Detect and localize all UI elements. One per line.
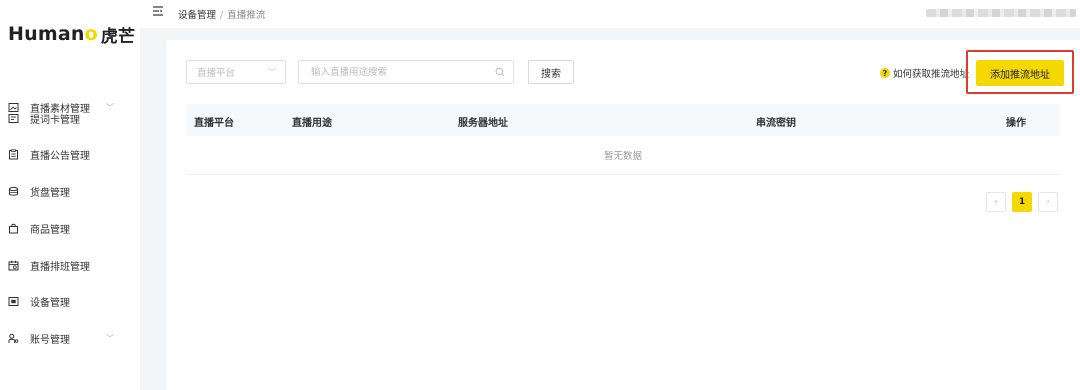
pagination-next-button[interactable]: › bbox=[1038, 192, 1058, 212]
add-stream-url-button[interactable]: 添加推流地址 bbox=[976, 60, 1064, 86]
logo-text: Human bbox=[8, 23, 85, 45]
table-header: 直播平台 直播用途 服务器地址 串流密钥 操作 bbox=[186, 104, 1060, 136]
column-header-platform: 直播平台 bbox=[194, 118, 234, 129]
breadcrumb-current: 直播推流 bbox=[227, 10, 266, 21]
sidebar-item-live-schedule[interactable]: 直播排班管理 bbox=[0, 255, 140, 275]
platform-select-placeholder: 直播平台 bbox=[197, 68, 236, 79]
sidebar-item-label: 提词卡管理 bbox=[30, 114, 80, 126]
question-icon: ? bbox=[880, 68, 890, 78]
calendar-icon bbox=[8, 260, 19, 271]
user-info-redacted[interactable] bbox=[926, 9, 1076, 17]
sidebar-item-label: 直播排班管理 bbox=[30, 261, 90, 273]
help-link-text: 如何获取推流地址 bbox=[893, 69, 970, 80]
top-bar: 设备管理 / 直播推流 bbox=[140, 0, 1080, 28]
sidebar-item-label: 直播公告管理 bbox=[30, 150, 90, 162]
box-icon bbox=[8, 186, 19, 197]
card-icon bbox=[8, 113, 19, 124]
sidebar-item-live-notice[interactable]: 直播公告管理 bbox=[0, 144, 140, 164]
breadcrumb-parent[interactable]: 设备管理 bbox=[178, 10, 216, 21]
account-icon bbox=[8, 333, 19, 344]
bag-icon bbox=[8, 223, 19, 234]
column-header-actions: 操作 bbox=[1006, 118, 1026, 129]
sidebar-item-inventory[interactable]: 货盘管理 bbox=[0, 181, 140, 201]
column-header-purpose: 直播用途 bbox=[292, 118, 332, 129]
device-icon bbox=[8, 296, 19, 307]
notice-icon bbox=[8, 148, 19, 160]
sidebar-item-label: 货盘管理 bbox=[30, 187, 70, 199]
breadcrumb: 设备管理 / 直播推流 bbox=[178, 7, 265, 21]
search-icon[interactable] bbox=[495, 67, 505, 77]
pagination-page-1[interactable]: 1 bbox=[1012, 192, 1032, 212]
logo-text-cn: 虎芒 bbox=[100, 26, 136, 47]
platform-select[interactable]: 直播平台 ﹀ bbox=[186, 60, 286, 84]
logo-accent: o bbox=[84, 23, 98, 45]
main-card: 直播平台 ﹀ 搜索 ? 如何获取推流地址 添加推流地址 直播平台 直播用途 服务… bbox=[166, 40, 1080, 390]
chevron-down-icon: ﹀ bbox=[106, 333, 114, 343]
search-box bbox=[298, 60, 514, 84]
search-button[interactable]: 搜索 bbox=[528, 60, 574, 84]
column-header-stream-key: 串流密钥 bbox=[756, 118, 796, 129]
sidebar-item-label: 账号管理 bbox=[30, 334, 70, 346]
sidebar-item-label: 设备管理 bbox=[30, 297, 70, 309]
logo: Human o 虎芒 bbox=[8, 22, 136, 47]
help-link[interactable]: ? 如何获取推流地址 bbox=[880, 66, 969, 80]
pagination-prev-button[interactable]: ‹ bbox=[986, 192, 1006, 212]
sidebar: Human o 虎芒 直播素材管理 ﹀ 提词卡管理 直播公告管理 货盘管理 商品管理… bbox=[0, 0, 140, 390]
table-empty-state: 暂无数据 bbox=[186, 136, 1060, 175]
chevron-down-icon: ﹀ bbox=[268, 67, 276, 77]
sidebar-item-teleprompter[interactable]: 提词卡管理 bbox=[0, 108, 140, 128]
column-header-server-url: 服务器地址 bbox=[458, 118, 508, 129]
sidebar-item-accounts[interactable]: 账号管理 ﹀ bbox=[0, 328, 140, 348]
sidebar-item-devices[interactable]: 设备管理 bbox=[0, 291, 140, 311]
breadcrumb-separator: / bbox=[220, 10, 224, 21]
sidebar-item-products[interactable]: 商品管理 bbox=[0, 218, 140, 238]
search-input[interactable] bbox=[309, 65, 493, 79]
sidebar-item-label: 商品管理 bbox=[30, 224, 70, 236]
menu-fold-icon[interactable] bbox=[152, 5, 164, 17]
